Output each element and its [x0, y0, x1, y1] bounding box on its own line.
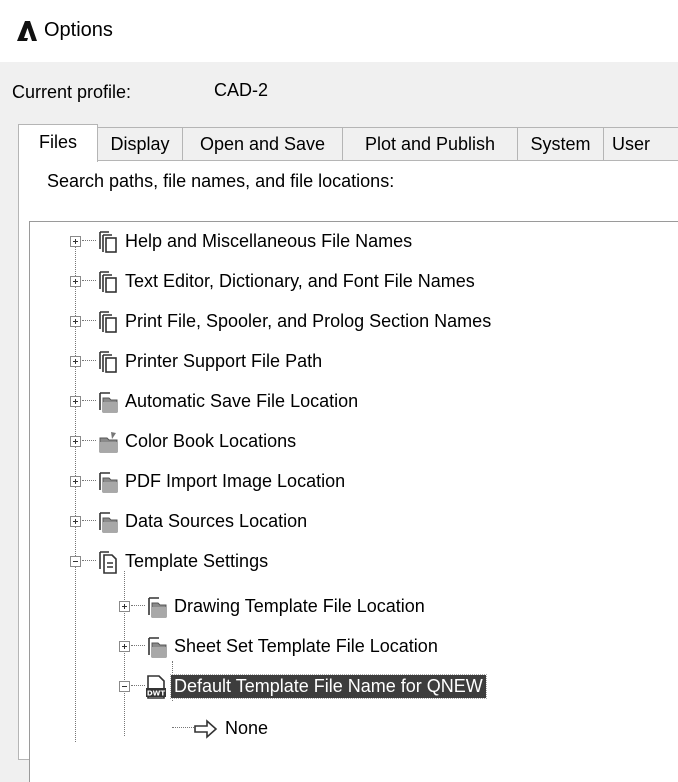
tree-item-template-settings[interactable]: Template Settings	[30, 547, 678, 577]
folder-location-icon	[148, 637, 167, 658]
tab-display[interactable]: Display	[97, 127, 183, 161]
tree-item-printer-support[interactable]: Printer Support File Path	[30, 347, 678, 377]
collapse-minus-icon[interactable]	[70, 556, 81, 567]
tree-item-pdf-import[interactable]: PDF Import Image Location	[30, 467, 678, 497]
tree-item-label: Color Book Locations	[125, 431, 297, 451]
svg-text:DWT: DWT	[147, 690, 166, 698]
expand-plus-icon[interactable]	[70, 236, 81, 247]
folder-location-icon	[99, 472, 118, 493]
current-profile-row: Current profile: CAD-2	[0, 70, 678, 114]
tree-item-label: Automatic Save File Location	[125, 391, 359, 411]
folder-location-icon	[99, 512, 118, 533]
tree-item-automatic-save[interactable]: Automatic Save File Location	[30, 387, 678, 417]
folder-location-icon	[148, 597, 167, 618]
expand-plus-icon[interactable]	[70, 276, 81, 287]
tree-item-label: Default Template File Name for QNEW	[170, 674, 487, 699]
tree-item-label: Print File, Spooler, and Prolog Section …	[125, 311, 492, 331]
search-paths-caption: Search paths, file names, and file locat…	[47, 171, 395, 191]
expand-plus-icon[interactable]	[119, 601, 130, 612]
file-names-icon	[99, 311, 117, 333]
tab-plot-and-publish[interactable]: Plot and Publish	[342, 127, 518, 161]
tree-item-drawing-template[interactable]: Drawing Template File Location	[30, 592, 678, 622]
tree-item-default-template-qnew[interactable]: DWT Default Template File Name for QNEW	[30, 672, 678, 702]
dwt-file-icon: DWT	[146, 675, 166, 699]
expand-plus-icon[interactable]	[70, 356, 81, 367]
file-names-icon	[99, 231, 117, 253]
tree-item-label: Sheet Set Template File Location	[174, 636, 438, 656]
title-bar: Options	[0, 0, 678, 62]
tree-item-label: None	[225, 718, 269, 738]
expand-plus-icon[interactable]	[70, 436, 81, 447]
current-profile-value: CAD-2	[214, 80, 269, 100]
arrow-right-icon	[194, 719, 218, 739]
file-names-icon	[99, 351, 117, 373]
tree-item-label: PDF Import Image Location	[125, 471, 346, 491]
files-tab-panel: Search paths, file names, and file locat…	[18, 160, 678, 782]
tree-item-label: Drawing Template File Location	[174, 596, 425, 616]
template-settings-icon	[99, 551, 117, 574]
expand-plus-icon[interactable]	[70, 476, 81, 487]
options-tab-strip: Files Display Open and Save Plot and Pub…	[18, 124, 678, 162]
search-paths-tree[interactable]: Help and Miscellaneous File Names Text E…	[29, 221, 678, 782]
expand-plus-icon[interactable]	[70, 316, 81, 327]
tree-item-print-file[interactable]: Print File, Spooler, and Prolog Section …	[30, 307, 678, 337]
tab-open-and-save[interactable]: Open and Save	[182, 127, 343, 161]
tree-item-label: Template Settings	[125, 551, 269, 571]
window-title: Options	[44, 19, 113, 41]
current-profile-label: Current profile:	[12, 82, 132, 102]
tab-system[interactable]: System	[517, 127, 604, 161]
tree-item-sheet-set-template[interactable]: Sheet Set Template File Location	[30, 632, 678, 662]
tab-user[interactable]: User	[603, 127, 678, 161]
tab-files[interactable]: Files	[18, 124, 98, 162]
expand-plus-icon[interactable]	[70, 396, 81, 407]
tree-item-color-book[interactable]: Color Book Locations	[30, 427, 678, 457]
collapse-minus-icon[interactable]	[119, 681, 130, 692]
tree-item-help-misc[interactable]: Help and Miscellaneous File Names	[30, 227, 678, 257]
expand-plus-icon[interactable]	[119, 641, 130, 652]
tree-item-label: Text Editor, Dictionary, and Font File N…	[125, 271, 475, 291]
tree-item-label: Data Sources Location	[125, 511, 308, 531]
autocad-logo-icon	[17, 21, 37, 41]
tree-item-label: Printer Support File Path	[125, 351, 323, 371]
tree-item-label: Help and Miscellaneous File Names	[125, 231, 413, 251]
tree-item-data-sources[interactable]: Data Sources Location	[30, 507, 678, 537]
file-names-icon	[99, 271, 117, 293]
color-book-folder-icon	[99, 432, 118, 453]
expand-plus-icon[interactable]	[70, 516, 81, 527]
folder-location-icon	[99, 392, 118, 413]
tree-item-text-editor[interactable]: Text Editor, Dictionary, and Font File N…	[30, 267, 678, 297]
